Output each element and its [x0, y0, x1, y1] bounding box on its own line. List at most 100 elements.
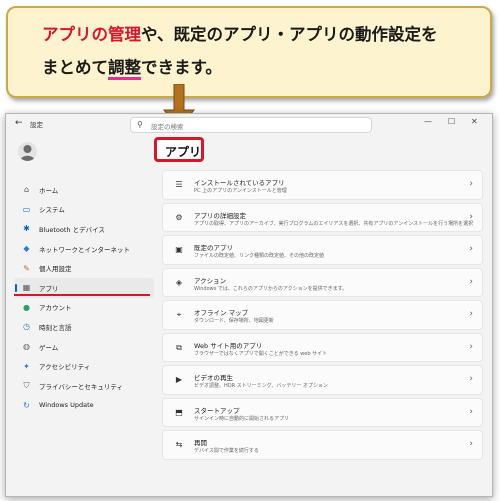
- accessibility-icon: ✦: [23, 361, 30, 371]
- app-title: 設定: [30, 121, 43, 129]
- settings-search-box[interactable]: ⚲ 設定の検索: [130, 117, 372, 133]
- sidebar-item-label: Bluetooth とデバイス: [39, 225, 105, 234]
- sidebar-item-label: プライバシーとセキュリティ: [39, 382, 123, 391]
- chevron-right-icon: ›: [469, 439, 473, 449]
- settings-card[interactable]: ☰ インストールされているアプリ PC 上のアプリのアンインストールと管理 ›: [162, 170, 483, 200]
- chevron-right-icon: ›: [469, 211, 473, 222]
- title-bar: ← 設定 ⚲ 設定の検索 — ☐ ✕: [6, 114, 492, 136]
- card-subtitle: ブラウザーではなくアプリで開くことができる web サイト: [194, 350, 328, 357]
- search-icon: ⚲: [137, 120, 143, 129]
- sidebar-item-label: 個人用設定: [39, 265, 72, 274]
- advanced-settings-icon: ⚙: [175, 212, 183, 222]
- card-title: 既定のアプリ: [194, 244, 233, 252]
- settings-card[interactable]: ▣ 既定のアプリ ファイルの既定値、リンク種類の既定値、その他の既定値 ›: [162, 235, 483, 265]
- sidebar-item[interactable]: ⛉ プライバシーとセキュリティ: [14, 376, 154, 396]
- sidebar-item-label: ゲーム: [39, 343, 59, 352]
- settings-card[interactable]: ⇆ 再開 デバイス間で作業を続行する ›: [162, 430, 483, 460]
- card-title: アプリの詳細設定: [194, 211, 246, 220]
- settings-card[interactable]: ⧉ Web サイト用のアプリ ブラウザーではなくアプリで開くことができる web サ…: [162, 332, 483, 362]
- sidebar-item[interactable]: ✱ Bluetooth とデバイス: [14, 219, 154, 239]
- card-title: オフライン マップ: [194, 309, 249, 317]
- privacy-icon: ⛉: [23, 381, 30, 391]
- installed-apps-icon: ☰: [175, 180, 183, 189]
- settings-card[interactable]: ⬒ スタートアップ サインイン時に自動的に開始されるアプリ ›: [162, 397, 483, 427]
- card-subtitle: サインイン時に自動的に開始されるアプリ: [194, 415, 290, 422]
- card-title: Web サイト用のアプリ: [194, 341, 263, 350]
- sidebar-item-label: ネットワークとインターネット: [39, 245, 130, 254]
- page-title: アプリ: [165, 145, 202, 159]
- sidebar-item[interactable]: ✦ アクセシビリティ: [14, 356, 154, 376]
- card-subtitle: PC 上のアプリのアンインストールと管理: [194, 188, 287, 194]
- home-icon: ⌂: [23, 185, 30, 195]
- callout-line-1: アプリの管理や、既定のアプリ・アプリの動作設定を: [42, 18, 478, 51]
- settings-card[interactable]: ◈ アクション Windows では、これらのアプリからのアクションを提供できます。…: [162, 267, 483, 297]
- card-subtitle: Windows では、これらのアプリからのアクションを提供できます。: [194, 285, 348, 292]
- sidebar-item-label: アプリ: [39, 284, 59, 293]
- sidebar-item[interactable]: ◷ 時刻と言語: [14, 317, 154, 337]
- personalization-icon: ✎: [23, 263, 30, 273]
- page-title-highlight: アプリ: [154, 137, 204, 162]
- callout-underlined-text: 調整: [108, 58, 141, 77]
- back-arrow-icon[interactable]: ←: [15, 118, 23, 128]
- settings-window: ← 設定 ⚲ 設定の検索 — ☐ ✕ ⌂ ホーム ▭ システム ✱ Bluetooth と…: [5, 113, 493, 497]
- web-apps-icon: ⧉: [176, 342, 182, 352]
- search-placeholder[interactable]: 設定の検索: [151, 121, 184, 131]
- settings-card[interactable]: ⚙ アプリの詳細設定 アプリの取得、アプリのアーカイブ、実行プログラムのエイリアスを…: [162, 202, 483, 232]
- card-title: インストールされているアプリ: [194, 179, 285, 187]
- user-avatar[interactable]: [18, 142, 37, 161]
- callout-line-2: まとめて調整できます。: [42, 51, 478, 84]
- card-title: ビデオの再生: [194, 374, 233, 382]
- chevron-right-icon: ›: [469, 244, 473, 254]
- maximize-button[interactable]: ☐: [448, 117, 455, 126]
- apps-icon: ▦: [22, 283, 31, 293]
- default-apps-icon: ▣: [175, 245, 183, 254]
- sidebar-item-label: アカウント: [39, 304, 72, 313]
- windows-update-icon: ↻: [23, 400, 30, 410]
- chevron-right-icon: ›: [469, 276, 473, 287]
- sidebar-item-label: Windows Update: [39, 401, 94, 410]
- card-subtitle: アプリの取得、アプリのアーカイブ、実行プログラムのエイリアスを選択、共有アプリの…: [194, 220, 474, 227]
- resume-icon: ⇆: [175, 440, 183, 449]
- sidebar-item[interactable]: ◍ ゲーム: [14, 337, 154, 357]
- offline-maps-icon: ⌖: [176, 310, 182, 319]
- callout-highlight: アプリの管理: [42, 25, 141, 44]
- video-playback-icon: ▶: [175, 375, 183, 384]
- callout-text: まとめて: [42, 58, 108, 77]
- sidebar-item-label: ホーム: [39, 186, 59, 195]
- sidebar-item[interactable]: ↻ Windows Update: [14, 396, 154, 416]
- sidebar-nav: ⌂ ホーム ▭ システム ✱ Bluetooth とデバイス ◆ ネットワークとインターネット…: [14, 180, 154, 415]
- callout-text: や、既定のアプリ・アプリの動作設定を: [141, 25, 438, 44]
- gaming-icon: ◍: [23, 342, 30, 352]
- account-icon: ●: [23, 302, 30, 312]
- instruction-callout: アプリの管理や、既定のアプリ・アプリの動作設定を まとめて調整できます。: [6, 6, 492, 98]
- settings-card[interactable]: ⌖ オフライン マップ ダウンロード、保存場所、地図更新 ›: [162, 300, 483, 330]
- user-icon: [20, 145, 35, 161]
- sidebar-item[interactable]: ✎ 個人用設定: [14, 258, 154, 278]
- sidebar-item-label: アクセシビリティ: [39, 363, 91, 372]
- sidebar-item[interactable]: ▭ システム: [14, 200, 154, 220]
- sidebar-item[interactable]: ◆ ネットワークとインターネット: [14, 239, 154, 259]
- card-title: 再開: [194, 439, 207, 447]
- highlight-underline: [14, 294, 150, 296]
- chevron-right-icon: ›: [469, 179, 473, 189]
- callout-text: できます。: [141, 58, 222, 77]
- chevron-right-icon: ›: [469, 341, 473, 352]
- actions-icon: ◈: [175, 277, 183, 287]
- settings-card-list: ☰ インストールされているアプリ PC 上のアプリのアンインストールと管理 › ⚙ アプリ…: [162, 170, 483, 463]
- sidebar-item-label: 時刻と言語: [39, 323, 72, 332]
- sidebar-item-label: システム: [39, 206, 65, 215]
- close-button[interactable]: ✕: [471, 117, 478, 126]
- bluetooth-icon: ✱: [23, 224, 30, 234]
- system-icon: ▭: [22, 204, 31, 214]
- sidebar-item[interactable]: ⌂ ホーム: [14, 180, 154, 200]
- time-language-icon: ◷: [23, 322, 30, 332]
- startup-icon: ⬒: [175, 407, 183, 417]
- card-title: スタートアップ: [194, 406, 240, 415]
- card-subtitle: デバイス間で作業を続行する: [194, 448, 259, 454]
- card-subtitle: ダウンロード、保存場所、地図更新: [194, 318, 274, 324]
- settings-card[interactable]: ▶ ビデオの再生 ビデオ調整、HDR ストリーミング、バッテリー オプション ›: [162, 365, 483, 395]
- card-subtitle: ビデオ調整、HDR ストリーミング、バッテリー オプション: [194, 383, 328, 389]
- card-title: アクション: [194, 276, 227, 285]
- sidebar-item[interactable]: ● アカウント: [14, 298, 154, 318]
- minimize-button[interactable]: —: [424, 117, 432, 126]
